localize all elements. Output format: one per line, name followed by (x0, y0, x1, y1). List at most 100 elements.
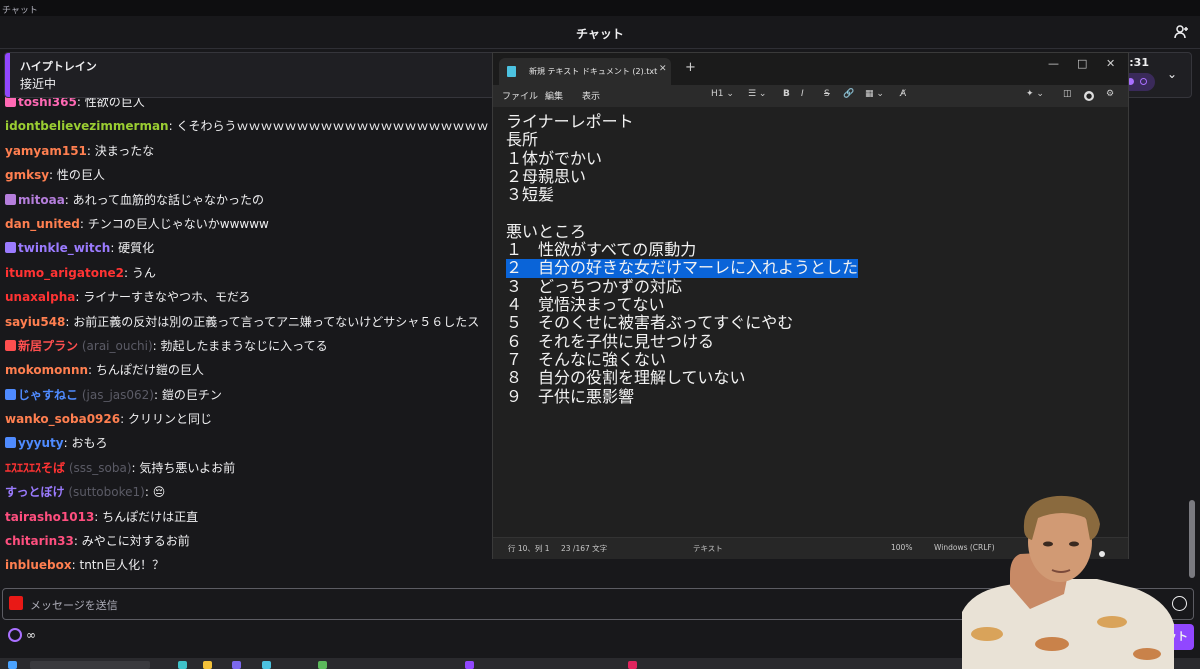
notepad-tab[interactable]: 新規 テキスト ドキュメント (2).txt ✕ (499, 58, 671, 85)
chat-username[interactable]: gmksy (5, 168, 49, 182)
chat-text: うん (131, 265, 156, 280)
notepad-tabbar: 新規 テキスト ドキュメント (2).txt ✕ + — □ ✕ (493, 53, 1128, 85)
chat-username[interactable]: itumo_arigatone2 (5, 266, 124, 280)
link-icon[interactable]: 🔗 (843, 89, 854, 99)
bold-icon[interactable]: B (783, 89, 790, 99)
chat-username[interactable]: idontbelievezimmerman (5, 119, 169, 133)
chat-username[interactable]: tairasho1013 (5, 510, 94, 524)
chat-username[interactable]: mokomonnn (5, 363, 88, 377)
chat-text: 勃起したままうなじに入ってる (160, 338, 328, 353)
editor-line[interactable]: ３短髪 (506, 185, 554, 204)
chat-username[interactable]: chitarin33 (5, 534, 74, 548)
notepad-menubar: ファイル 編集 表示 H1 ⌄ ☰ ⌄ B I S 🔗 ▦ ⌄ A̸ ✦ ⌄ ◫… (493, 85, 1128, 107)
settings-gear-icon[interactable]: ⚙ (1106, 89, 1114, 99)
chevron-down-icon[interactable]: ⌄ (1167, 67, 1177, 81)
close-window-icon[interactable]: ✕ (1106, 57, 1115, 70)
editor-line[interactable]: ７ そんなに強くない (506, 350, 666, 369)
notepad-file-icon (507, 66, 516, 77)
editor-line[interactable]: ６ それを子供に見せつける (506, 332, 714, 351)
taskbar-app-icon[interactable] (232, 661, 241, 669)
camera-icon[interactable] (9, 596, 23, 610)
chat-separator: : (154, 387, 162, 402)
start-icon[interactable] (8, 661, 17, 669)
chat-scrollbar[interactable] (1189, 500, 1195, 578)
user-badge-icon[interactable] (5, 242, 16, 254)
status-zoom: 100% (891, 543, 913, 552)
editor-line[interactable]: ライナーレポート (506, 112, 634, 131)
chat-text: ライナーすきなやつホ、モだろ (83, 290, 251, 305)
editor-line[interactable]: ４ 覚悟決まってない (506, 295, 665, 314)
editor-line[interactable]: ８ 自分の役割を理解していない (506, 368, 746, 387)
editor-line[interactable]: 悪いところ (506, 222, 586, 241)
chat-username[interactable]: じゃすねこ (18, 388, 78, 402)
chat-text: チンコの巨人じゃないかwwwww (87, 216, 269, 231)
strikethrough-icon[interactable]: S (824, 89, 830, 99)
chat-username[interactable]: twinkle_witch (18, 241, 110, 255)
user-badge-icon[interactable] (5, 437, 16, 449)
editor-line[interactable]: ５ そのくせに被害者ぶってすぐにやむ (506, 313, 793, 332)
chat-username[interactable]: yyyuty (18, 436, 64, 450)
clear-format-icon[interactable]: A̸ (900, 89, 906, 99)
chat-username[interactable]: sayiu548 (5, 315, 65, 329)
chat-text: くそわらうｗｗｗｗｗｗｗｗｗｗｗｗｗｗｗｗｗｗｗｗｗ (176, 119, 489, 134)
menu-file[interactable]: ファイル (502, 89, 538, 102)
chat-separator: : (73, 534, 82, 549)
chat-text: みやこに対するお前 (81, 534, 190, 549)
table-dropdown-icon[interactable]: ▦ ⌄ (865, 89, 884, 99)
notepad-tab-title: 新規 テキスト ドキュメント (2).txt (529, 67, 658, 76)
chat-username[interactable]: mitoaa (18, 193, 65, 207)
taskbar-search[interactable] (30, 661, 150, 669)
chat-login-name: (sss_soba) (68, 460, 132, 475)
chat-text: tntn巨人化！？ (79, 558, 165, 573)
user-badge-icon[interactable] (5, 193, 16, 205)
chat-username[interactable]: unaxalpha (5, 290, 75, 304)
emote-picker-icon[interactable] (1172, 596, 1187, 611)
hype-title: ハイプトレイン (20, 60, 97, 73)
chat-separator: : (94, 509, 103, 524)
chat-username[interactable]: dan_united (5, 217, 80, 231)
menu-edit[interactable]: 編集 (545, 89, 563, 102)
heading-dropdown[interactable]: H1 ⌄ (711, 89, 734, 99)
taskbar-app-icon[interactable] (178, 661, 187, 669)
taskbar-twitch-icon[interactable] (465, 661, 474, 669)
hype-accent-bar (5, 53, 10, 97)
new-tab-icon[interactable]: + (685, 60, 696, 75)
editor-line[interactable]: 長所 (506, 130, 538, 149)
taskbar-folder-icon[interactable] (203, 661, 212, 669)
chat-username[interactable]: yamyam151 (5, 144, 87, 158)
user-badge-icon[interactable] (5, 339, 16, 351)
editor-line-selected[interactable]: ２ 自分の好きな女だけマーレに入れようとした (506, 259, 859, 278)
editor-line[interactable]: １ 性欲がすべての原動力 (506, 240, 696, 259)
minimize-icon[interactable]: — (1048, 57, 1059, 70)
community-icon[interactable] (1174, 24, 1190, 40)
chat-login-name: (jas_jas062) (81, 387, 154, 402)
notepad-editor[interactable]: ライナーレポート 長所 １体がでかい ２母親思い ３短髪悪いところ １ 性欲がすべての原動… (493, 107, 1128, 537)
share-icon[interactable]: ◫ (1063, 89, 1072, 99)
account-icon[interactable]: ● (1084, 91, 1094, 101)
chat-username[interactable]: ｴｽｴｽｴｽそば (5, 461, 65, 475)
italic-icon[interactable]: I (801, 89, 804, 99)
editor-line[interactable]: ３ どっちつかずの対応 (506, 277, 682, 296)
chat-username[interactable]: 新居プラン (18, 339, 78, 353)
menu-view[interactable]: 表示 (582, 89, 600, 102)
close-tab-icon[interactable]: ✕ (659, 64, 667, 74)
chat-separator: : (88, 363, 96, 378)
chat-text: おもろ (71, 436, 108, 451)
taskbar-app-icon[interactable] (318, 661, 327, 669)
editor-line[interactable]: ２母親思い (506, 167, 586, 186)
status-char-count: 23 /167 文字 (561, 544, 608, 553)
list-dropdown-icon[interactable]: ☰ ⌄ (748, 89, 766, 99)
copilot-icon[interactable]: ✦ ⌄ (1026, 89, 1044, 99)
window-title: チャット (2, 6, 38, 16)
maximize-icon[interactable]: □ (1077, 57, 1087, 70)
chat-username[interactable]: すっとぼけ (5, 485, 65, 499)
chat-username[interactable]: wanko_soba0926 (5, 412, 120, 426)
taskbar-notepad-icon[interactable] (262, 661, 271, 669)
taskbar-app-icon[interactable] (628, 661, 637, 669)
editor-line[interactable]: １体がでかい (506, 149, 602, 168)
user-badge-icon[interactable] (5, 388, 16, 400)
chat-username[interactable]: inbluebox (5, 558, 72, 572)
chat-login-name: (arai_ouchi) (81, 338, 153, 353)
channel-points[interactable]: ∞ (8, 628, 36, 642)
editor-line[interactable]: ９ 子供に悪影響 (506, 387, 634, 406)
